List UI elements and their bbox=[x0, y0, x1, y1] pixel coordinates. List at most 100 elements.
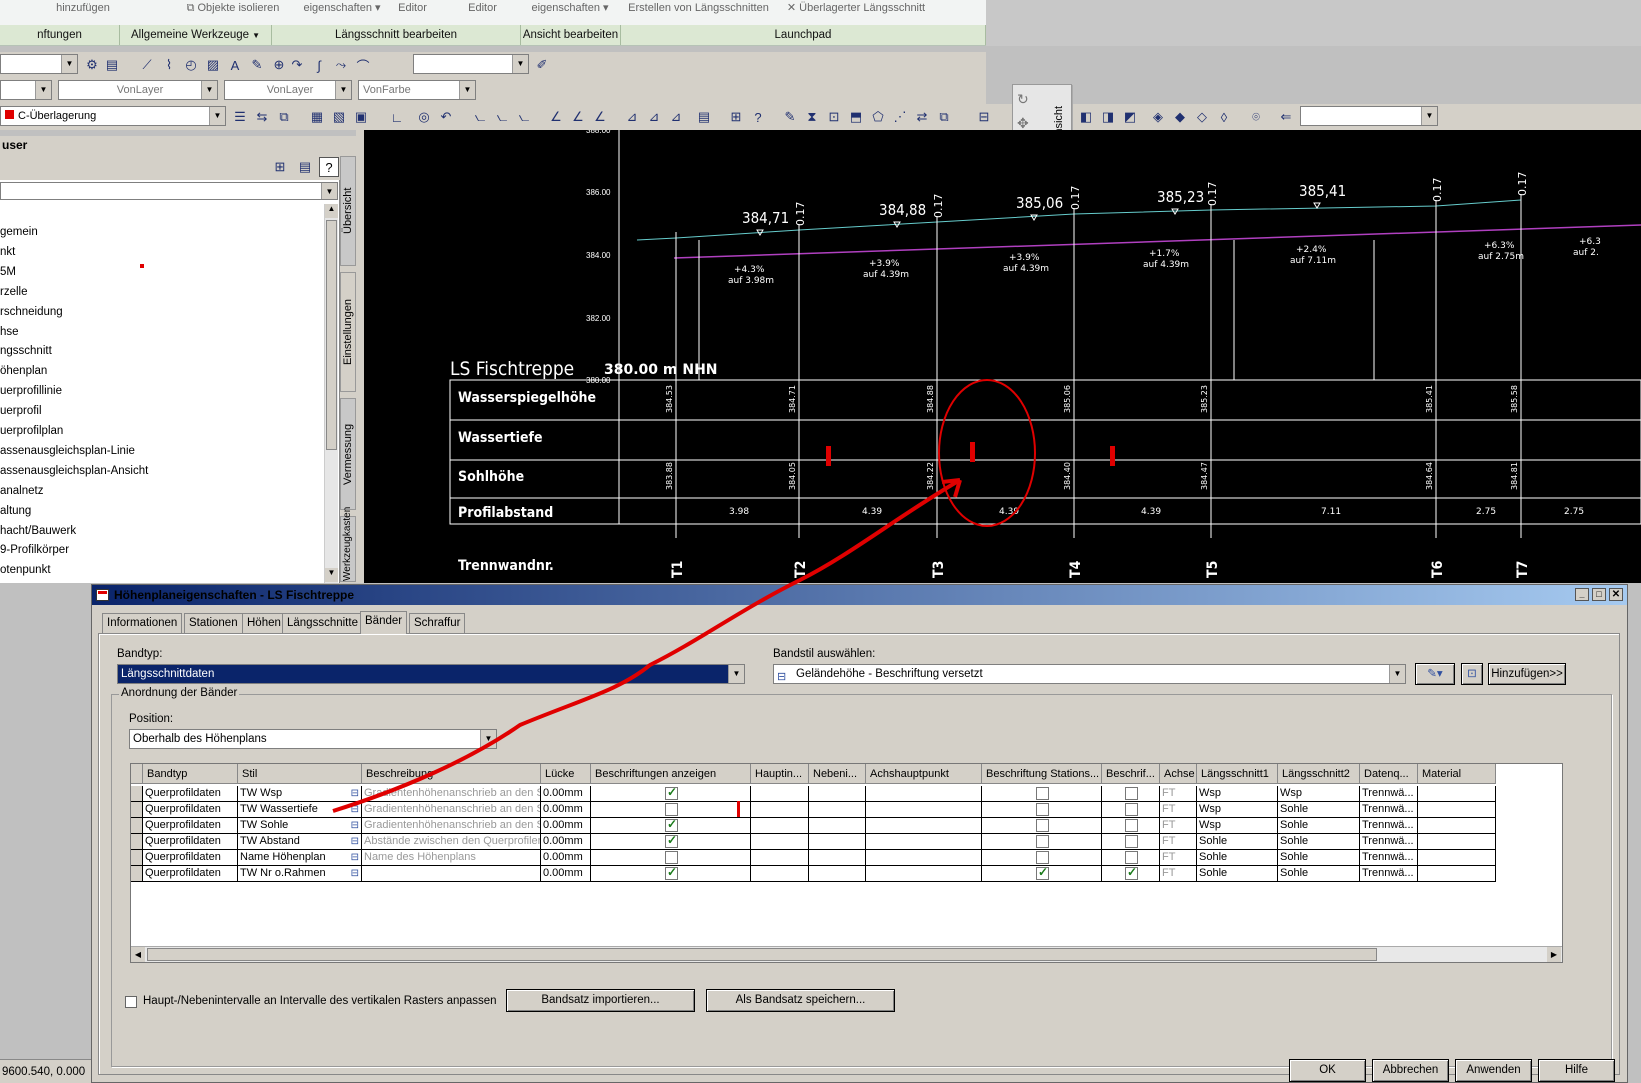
help-button[interactable]: Hilfe bbox=[1538, 1059, 1615, 1082]
tab-uebersicht[interactable]: Übersicht bbox=[340, 156, 356, 266]
tab-informationen[interactable]: Informationen bbox=[102, 613, 183, 633]
arc-tool-icon[interactable]: ↷ bbox=[287, 55, 307, 75]
ribbon-button-eigenschaften-2[interactable]: eigenschaften ▾ bbox=[530, 3, 610, 27]
tab-stationen[interactable]: Stationen bbox=[184, 613, 243, 633]
table-cell-empty[interactable] bbox=[1418, 786, 1496, 802]
table-cell-empty[interactable] bbox=[866, 850, 982, 866]
ribbon-button-ueberlagerter-laengsschnitt[interactable]: ✕ Überlagerter Längsschnitt bbox=[776, 3, 936, 27]
view-icon-2[interactable]: ⦦ bbox=[492, 107, 512, 127]
shade-icon-4[interactable]: ◊ bbox=[1214, 107, 1234, 127]
table-cell-stil[interactable]: TW Sohle ⊟ bbox=[238, 818, 362, 834]
match-properties-icon[interactable]: ✐ bbox=[532, 55, 552, 75]
column-header[interactable]: Beschreibung bbox=[362, 764, 541, 784]
table-cell-ls2[interactable]: Sohle bbox=[1278, 850, 1360, 866]
checkbox-unchecked[interactable] bbox=[1036, 851, 1049, 864]
ribbon-button-erstellen-laengsschnitte[interactable]: Erstellen von Längsschnitten bbox=[626, 3, 771, 27]
position-select[interactable]: Oberhalb des Höhenplans ▼ bbox=[129, 729, 497, 749]
checkbox-unchecked[interactable] bbox=[1036, 803, 1049, 816]
lineweight-combo[interactable]: VonLayer ▼ bbox=[224, 80, 352, 100]
table-cell-ls1[interactable]: Sohle bbox=[1197, 866, 1278, 882]
column-header[interactable]: Beschrif... bbox=[1102, 764, 1160, 784]
dwg-open-icon[interactable]: ▧ bbox=[329, 107, 349, 127]
table-cell-luecke[interactable]: 0.00mm bbox=[541, 818, 591, 834]
tree-item[interactable]: öhenplan bbox=[0, 365, 47, 377]
tree-item[interactable]: rzelle bbox=[0, 286, 27, 298]
checkbox-unchecked[interactable] bbox=[1125, 819, 1138, 832]
ribbon-panel-beschriftungen[interactable]: nftungen bbox=[0, 25, 120, 45]
text-tool-icon[interactable]: A bbox=[225, 55, 245, 75]
table-cell-luecke[interactable]: 0.00mm bbox=[541, 850, 591, 866]
table-cell-luecke[interactable]: 0.00mm bbox=[541, 834, 591, 850]
table-cell-ls1[interactable]: Sohle bbox=[1197, 850, 1278, 866]
polyline-tool-icon[interactable]: ⌇ bbox=[159, 55, 179, 75]
circle-tool-icon[interactable]: ◴ bbox=[181, 55, 201, 75]
ribbon-button-eigenschaften[interactable]: eigenschaften ▾ bbox=[302, 3, 382, 27]
column-header[interactable]: Achse bbox=[1160, 764, 1197, 784]
region-icon[interactable]: ⬒ bbox=[846, 107, 866, 127]
horizontal-scrollbar[interactable]: ◀ ▶ bbox=[131, 946, 1562, 962]
table-cell-achse[interactable]: FT bbox=[1160, 834, 1197, 850]
shade-icon-2[interactable]: ◆ bbox=[1170, 107, 1190, 127]
back-arrow-icon[interactable]: ⇐ bbox=[1276, 107, 1296, 127]
checkbox-unchecked[interactable] bbox=[1036, 835, 1049, 848]
table-cell-ls1[interactable]: Wsp bbox=[1197, 802, 1278, 818]
table-cell-stil[interactable]: TW Abstand ⊟ bbox=[238, 834, 362, 850]
column-header[interactable]: Lücke bbox=[541, 764, 591, 784]
snap-icon-2[interactable]: ⊿ bbox=[644, 107, 664, 127]
tree-item[interactable]: altung bbox=[0, 505, 31, 517]
minimize-icon[interactable]: _ bbox=[1575, 588, 1589, 601]
table-cell-datenq[interactable]: Trennwä... bbox=[1360, 786, 1418, 802]
table-cell-empty[interactable] bbox=[809, 786, 866, 802]
style-edit-icon[interactable]: ⊟ bbox=[351, 802, 359, 817]
gear-icon[interactable]: ⚙ bbox=[82, 55, 102, 75]
dimension-icon[interactable]: ⊞ bbox=[726, 107, 746, 127]
tab-werkzeugkasten[interactable]: Werkzeugkasten bbox=[340, 507, 356, 582]
column-header[interactable]: Nebeni... bbox=[809, 764, 866, 784]
apply-button[interactable]: Anwenden bbox=[1455, 1059, 1532, 1082]
scroll-thumb[interactable] bbox=[326, 220, 337, 450]
table-cell-bandtyp[interactable]: Querprofildaten bbox=[143, 786, 238, 802]
layer-state-combo[interactable]: ▼ bbox=[0, 80, 52, 100]
scroll-left-icon[interactable]: ◀ bbox=[131, 947, 145, 962]
table-cell-stil[interactable]: TW Nr o.Rahmen ⊟ bbox=[238, 866, 362, 882]
fillet-tool-icon[interactable]: ⌒ bbox=[353, 55, 373, 75]
measure-icon[interactable]: ⊡ bbox=[824, 107, 844, 127]
table-cell-empty[interactable] bbox=[1418, 802, 1496, 818]
table-cell-beschreibung[interactable] bbox=[362, 866, 541, 882]
palette-scrollbar[interactable]: ▲ ▼ bbox=[324, 204, 338, 583]
table-cell-empty[interactable] bbox=[751, 818, 809, 834]
table-cell-empty[interactable] bbox=[809, 866, 866, 882]
ribbon-button-editor-2[interactable]: Editor bbox=[455, 3, 510, 27]
palette-combo[interactable]: ▼ bbox=[0, 182, 338, 200]
box-icon-1[interactable]: ◧ bbox=[1076, 107, 1096, 127]
style-edit-icon[interactable]: ⊟ bbox=[351, 850, 359, 865]
scroll-thumb[interactable] bbox=[147, 948, 1377, 961]
checkbox-checked[interactable] bbox=[665, 866, 678, 880]
table-cell-empty[interactable] bbox=[751, 850, 809, 866]
cancel-button[interactable]: Abbrechen bbox=[1372, 1059, 1449, 1082]
copy-icon[interactable]: ⧉ bbox=[934, 107, 954, 127]
snap-icon-3[interactable]: ⊿ bbox=[666, 107, 686, 127]
table-cell-achse[interactable]: FT bbox=[1160, 786, 1197, 802]
close-icon[interactable]: ✕ bbox=[1609, 588, 1623, 601]
tree-item[interactable]: gemein bbox=[0, 226, 38, 238]
column-header[interactable]: Längsschnitt1 bbox=[1197, 764, 1278, 784]
table-cell-beschreibung[interactable]: Abstände zwischen den Querprofilen. bbox=[362, 834, 541, 850]
preview-style-button[interactable]: ⊡ bbox=[1461, 663, 1483, 685]
axis-icon-3[interactable]: ∠ bbox=[590, 107, 610, 127]
checkbox-checked[interactable] bbox=[1125, 866, 1138, 880]
box-icon-3[interactable]: ◩ bbox=[1120, 107, 1140, 127]
table-cell-ls1[interactable]: Wsp bbox=[1197, 818, 1278, 834]
column-header[interactable]: Längsschnitt2 bbox=[1278, 764, 1360, 784]
table-cell-empty[interactable] bbox=[809, 834, 866, 850]
maximize-icon[interactable]: □ bbox=[1592, 588, 1606, 601]
style-combo[interactable]: ▼ bbox=[413, 54, 529, 74]
list-view-icon[interactable]: ▤ bbox=[295, 157, 315, 177]
pencil-icon[interactable]: ✎ bbox=[247, 55, 267, 75]
table-cell-empty[interactable] bbox=[1418, 850, 1496, 866]
table-cell-ls1[interactable]: Wsp bbox=[1197, 786, 1278, 802]
column-header[interactable]: Stil bbox=[238, 764, 362, 784]
checkbox-unchecked[interactable] bbox=[665, 803, 678, 816]
ribbon-button-editor-1[interactable]: Editor bbox=[385, 3, 440, 27]
table-cell-datenq[interactable]: Trennwä... bbox=[1360, 834, 1418, 850]
